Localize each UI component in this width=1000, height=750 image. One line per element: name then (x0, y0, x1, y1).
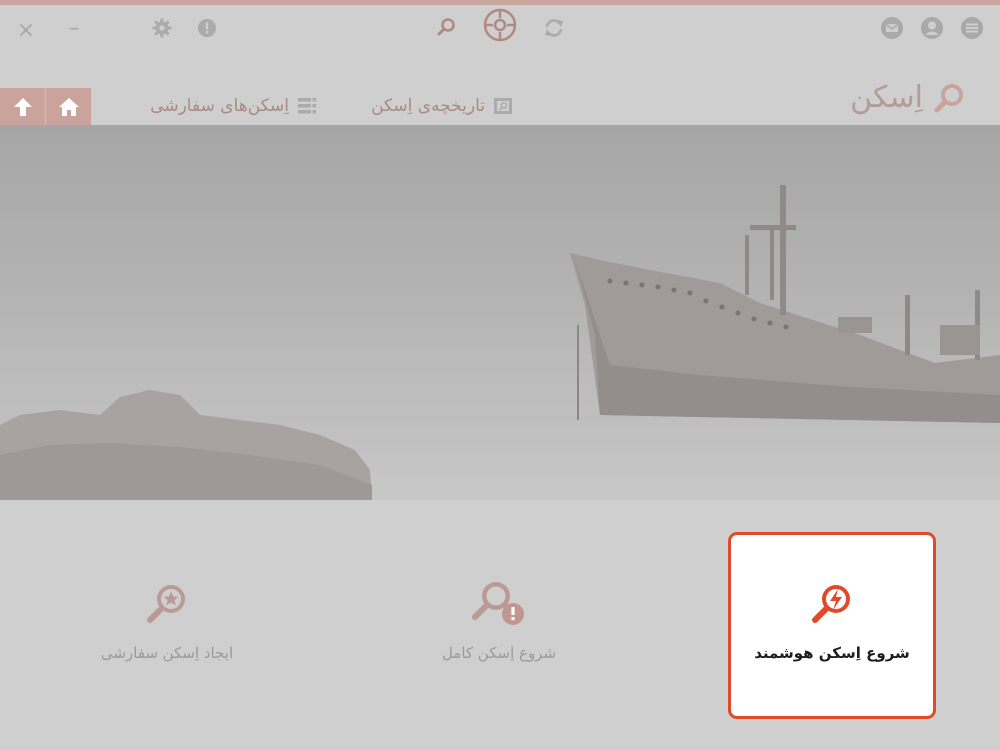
alerts-button[interactable] (195, 16, 219, 40)
account-button[interactable] (919, 15, 945, 41)
history-document-icon (494, 98, 512, 114)
shipwreck-image (0, 185, 1000, 500)
menu-button[interactable] (959, 15, 985, 41)
full-scan-label: شروع اِسکن کامل (441, 644, 557, 662)
custom-scan-card[interactable]: ایجاد اِسکن سفارشی (63, 532, 271, 719)
crosshair-target-icon (483, 8, 517, 42)
magnifier-icon (437, 18, 455, 36)
settings-button[interactable] (150, 16, 174, 40)
tab-custom-scans[interactable]: اِسکن‌های سفارشی (150, 92, 317, 120)
refresh-button[interactable] (541, 15, 567, 41)
search-icon (934, 83, 963, 112)
hamburger-menu-icon (961, 17, 983, 39)
smart-scan-label: شروع اِسکن هوشمند (754, 644, 910, 662)
full-scan-alert-icon (469, 580, 529, 628)
user-icon (921, 17, 943, 39)
minimize-button[interactable]: – (62, 15, 86, 41)
tab-custom-scans-label: اِسکن‌های سفارشی (150, 96, 289, 116)
up-arrow-icon (13, 97, 32, 116)
gear-icon (152, 18, 172, 38)
up-button[interactable] (0, 88, 45, 125)
tab-scan-history-label: تاریخچه‌ی اِسکن (371, 96, 485, 116)
messages-button[interactable] (879, 15, 905, 41)
custom-scan-star-icon (142, 580, 192, 628)
page-title-text: اِسکن (850, 80, 923, 115)
close-button[interactable]: × (14, 17, 38, 43)
page-title: اِسکن (850, 80, 965, 115)
exclamation-circle-icon (198, 19, 216, 37)
custom-scan-label: ایجاد اِسکن سفارشی (100, 644, 234, 662)
tab-scan-history[interactable]: تاریخچه‌ی اِسکن (371, 92, 513, 120)
hero-banner (0, 125, 1000, 500)
envelope-icon (881, 17, 903, 39)
smart-scan-card[interactable]: شروع اِسکن هوشمند (728, 532, 936, 719)
smart-scan-bolt-icon (807, 580, 857, 628)
home-icon (58, 97, 79, 116)
minimize-icon: – (68, 15, 80, 41)
list-icon (298, 98, 316, 114)
quick-scan-button[interactable] (434, 15, 458, 39)
home-button[interactable] (45, 88, 91, 125)
target-button[interactable] (481, 6, 519, 44)
full-scan-card[interactable]: شروع اِسکن کامل (395, 532, 603, 719)
close-icon: × (16, 17, 36, 43)
refresh-icon (545, 19, 563, 37)
